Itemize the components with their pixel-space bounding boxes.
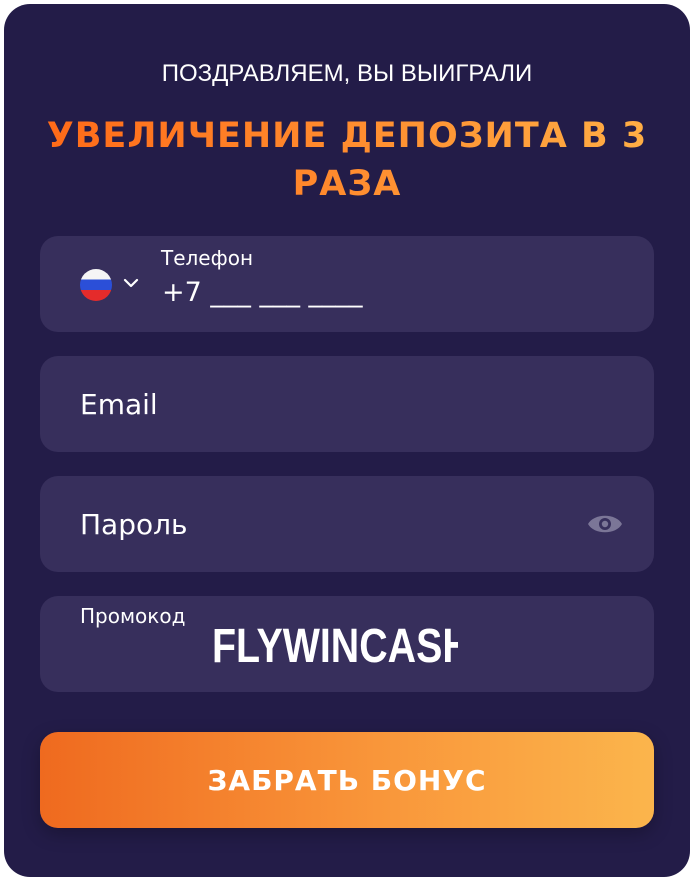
phone-field[interactable]: Телефон: [40, 236, 654, 332]
promo-code-input[interactable]: [212, 616, 458, 676]
registration-card: ПОЗДРАВЛЯЕМ, ВЫ ВЫИГРАЛИ УВЕЛИЧЕНИЕ ДЕПО…: [4, 4, 690, 877]
password-field[interactable]: [40, 476, 654, 572]
promo-label: Промокод: [80, 604, 186, 628]
claim-bonus-button[interactable]: ЗАБРАТЬ БОНУС: [40, 732, 654, 828]
bonus-headline: УВЕЛИЧЕНИЕ ДЕПОЗИТА В 3 РАЗА: [44, 112, 650, 208]
eye-icon[interactable]: [586, 510, 624, 538]
chevron-down-icon[interactable]: [122, 274, 140, 292]
phone-label: Телефон: [161, 246, 254, 270]
email-input[interactable]: [80, 383, 560, 425]
russia-flag-icon[interactable]: [80, 269, 112, 301]
password-input[interactable]: [80, 503, 560, 545]
phone-input[interactable]: [162, 274, 632, 310]
email-field[interactable]: [40, 356, 654, 452]
promo-field[interactable]: Промокод: [40, 596, 654, 692]
claim-bonus-label: ЗАБРАТЬ БОНУС: [207, 763, 487, 797]
congrats-subtitle: ПОЗДРАВЛЯЕМ, ВЫ ВЫИГРАЛИ: [161, 60, 533, 87]
